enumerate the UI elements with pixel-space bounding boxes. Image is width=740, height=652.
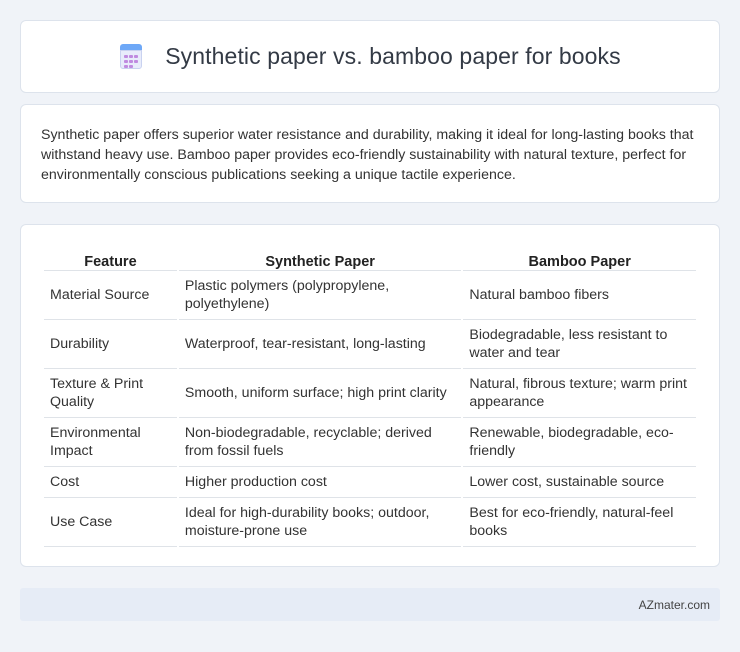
comparison-table: Feature Synthetic Paper Bamboo Paper Mat… [42, 245, 698, 547]
footer-bar: AZmater.com [20, 588, 720, 621]
header-synthetic-paper: Synthetic Paper [178, 245, 462, 271]
table-row: Cost Higher production cost Lower cost, … [44, 467, 696, 498]
bamboo-cell: Lower cost, sustainable source [463, 467, 696, 498]
synthetic-cell: Smooth, uniform surface; high print clar… [178, 369, 462, 418]
table-row: Durability Waterproof, tear-resistant, l… [44, 320, 696, 369]
header-feature: Feature [44, 245, 177, 271]
summary-card: Synthetic paper offers superior water re… [20, 104, 720, 203]
table-header-row: Feature Synthetic Paper Bamboo Paper [44, 245, 696, 271]
title-row: Synthetic paper vs. bamboo paper for boo… [119, 43, 621, 70]
comparison-card: Feature Synthetic Paper Bamboo Paper Mat… [20, 224, 720, 567]
synthetic-cell: Plastic polymers (polypropylene, polyeth… [178, 271, 462, 320]
feature-cell: Texture & Print Quality [44, 369, 177, 418]
feature-cell: Durability [44, 320, 177, 369]
footer-brand[interactable]: AZmater.com [639, 598, 710, 612]
feature-cell: Cost [44, 467, 177, 498]
title-card: Synthetic paper vs. bamboo paper for boo… [20, 20, 720, 93]
table-row: Use Case Ideal for high-durability books… [44, 498, 696, 547]
bamboo-cell: Best for eco-friendly, natural-feel book… [463, 498, 696, 547]
table-row: Material Source Plastic polymers (polypr… [44, 271, 696, 320]
bamboo-cell: Natural, fibrous texture; warm print app… [463, 369, 696, 418]
table-row: Environmental Impact Non-biodegradable, … [44, 418, 696, 467]
header-bamboo-paper: Bamboo Paper [463, 245, 696, 271]
bamboo-cell: Biodegradable, less resistant to water a… [463, 320, 696, 369]
page-title: Synthetic paper vs. bamboo paper for boo… [165, 43, 621, 69]
synthetic-cell: Waterproof, tear-resistant, long-lasting [178, 320, 462, 369]
synthetic-cell: Higher production cost [178, 467, 462, 498]
synthetic-cell: Ideal for high-durability books; outdoor… [178, 498, 462, 547]
feature-cell: Use Case [44, 498, 177, 547]
bamboo-cell: Natural bamboo fibers [463, 271, 696, 320]
summary-text: Synthetic paper offers superior water re… [41, 127, 694, 183]
bamboo-cell: Renewable, biodegradable, eco-friendly [463, 418, 696, 467]
calendar-icon [119, 43, 143, 70]
feature-cell: Material Source [44, 271, 177, 320]
feature-cell: Environmental Impact [44, 418, 177, 467]
table-row: Texture & Print Quality Smooth, uniform … [44, 369, 696, 418]
synthetic-cell: Non-biodegradable, recyclable; derived f… [178, 418, 462, 467]
